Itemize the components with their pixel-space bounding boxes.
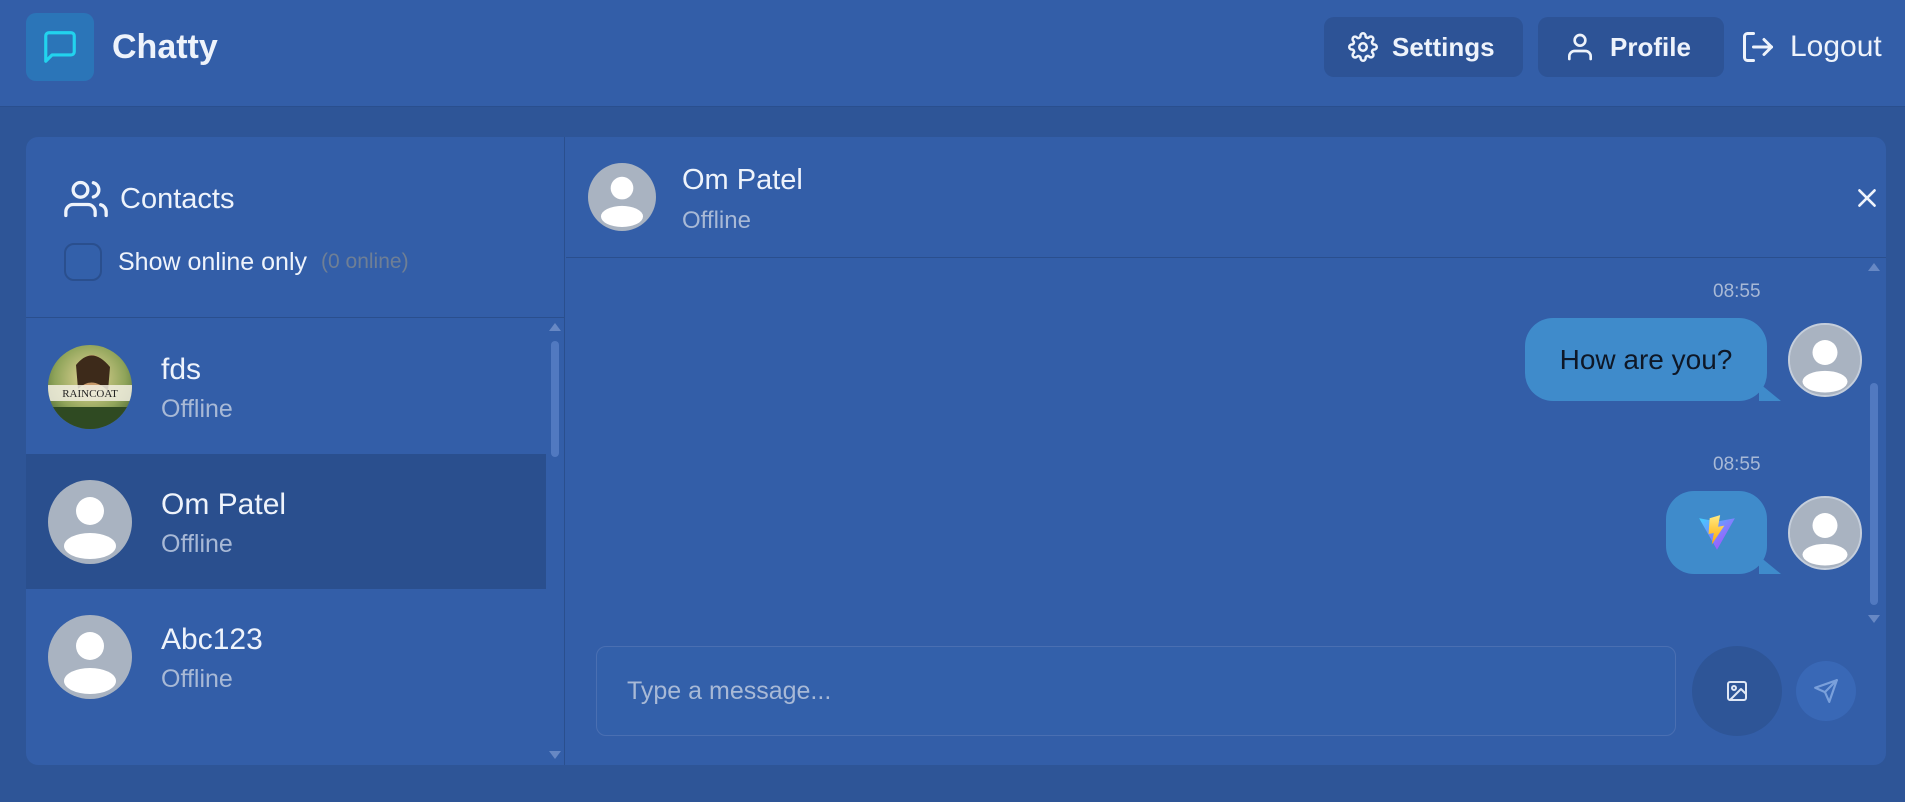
scroll-down-arrow[interactable]	[1868, 615, 1880, 623]
sender-avatar	[1788, 496, 1862, 570]
app-header: Chatty Settings Profile Logout	[0, 0, 1905, 107]
default-avatar-icon	[48, 615, 132, 699]
users-icon	[64, 180, 108, 218]
scroll-up-arrow[interactable]	[549, 323, 561, 331]
contact-name: Abc123	[161, 623, 263, 656]
chat-contact-status: Offline	[682, 207, 751, 234]
default-avatar-icon	[1790, 498, 1860, 568]
chat-header: Om Patel Offline	[566, 137, 1886, 258]
contact-status: Offline	[161, 395, 233, 423]
contact-item-abc123[interactable]: Abc123 Offline	[26, 589, 546, 724]
contact-name: fds	[161, 353, 202, 386]
settings-button[interactable]: Settings	[1324, 17, 1523, 77]
contact-list: RAINCOAT fds Offline Om Patel Offline Ab…	[26, 319, 565, 765]
close-icon	[1858, 189, 1876, 207]
default-avatar-icon	[48, 480, 132, 564]
sidebar-header: Contacts Show online only (0 online)	[26, 137, 565, 318]
avatar	[48, 615, 132, 699]
raincoat-photo-text: RAINCOAT	[62, 388, 118, 400]
default-avatar-icon	[1790, 325, 1860, 395]
contact-item-fds[interactable]: RAINCOAT fds Offline	[26, 319, 546, 454]
logo[interactable]	[26, 13, 94, 81]
settings-label: Settings	[1392, 31, 1495, 62]
close-chat-button[interactable]	[1854, 185, 1880, 211]
default-avatar-icon	[588, 163, 656, 231]
chat-contact-avatar	[588, 163, 656, 231]
scroll-thumb[interactable]	[551, 341, 559, 457]
image-icon	[1727, 681, 1747, 701]
contact-status: Offline	[161, 530, 233, 558]
message-square-icon	[44, 31, 76, 63]
bubble-tail	[1759, 556, 1781, 574]
logout-icon	[1743, 32, 1773, 62]
messages-scrollbar[interactable]	[1868, 259, 1880, 629]
chat-panel: Om Patel Offline 08:55 How are you? 08:5…	[566, 137, 1886, 765]
send-icon	[1814, 679, 1838, 703]
contact-list-scrollbar[interactable]	[549, 319, 561, 765]
online-count: (0 online)	[321, 250, 409, 273]
online-filter: Show online only (0 online)	[64, 243, 409, 281]
scroll-up-arrow[interactable]	[1868, 263, 1880, 271]
sender-avatar	[1788, 323, 1862, 397]
avatar-photo: RAINCOAT	[48, 345, 132, 429]
contact-name: Om Patel	[161, 488, 287, 521]
message-timestamp: 08:55	[1713, 281, 1761, 302]
profile-button[interactable]: Profile	[1538, 17, 1724, 77]
profile-label: Profile	[1610, 31, 1691, 62]
send-button[interactable]	[1796, 661, 1856, 721]
message-timestamp: 08:55	[1713, 454, 1761, 475]
message-input[interactable]	[596, 646, 1676, 736]
contacts-title: Contacts	[120, 182, 235, 215]
chat-contact-name: Om Patel	[682, 164, 803, 196]
contact-status: Offline	[161, 665, 233, 693]
contacts-sidebar: Contacts Show online only (0 online) RAI…	[26, 137, 565, 765]
message-bubble-image[interactable]	[1666, 491, 1767, 574]
raincoat-photo-avatar: RAINCOAT	[48, 345, 132, 429]
contact-item-om-patel[interactable]: Om Patel Offline	[26, 454, 546, 589]
logout-button[interactable]: Logout	[1740, 17, 1882, 77]
logout-label: Logout	[1790, 30, 1882, 63]
attach-image-button[interactable]	[1692, 646, 1782, 736]
app-title: Chatty	[112, 28, 218, 66]
contacts-heading: Contacts	[64, 177, 234, 221]
message-text: How are you?	[1559, 343, 1733, 375]
online-filter-label[interactable]: Show online only	[118, 248, 307, 277]
vite-logo-icon	[1698, 514, 1735, 550]
message-bubble: How are you?	[1525, 318, 1767, 401]
scroll-down-arrow[interactable]	[549, 751, 561, 759]
message-list: 08:55 How are you? 08:55	[566, 259, 1886, 629]
gear-icon	[1348, 32, 1378, 62]
scroll-thumb[interactable]	[1870, 383, 1878, 605]
online-only-checkbox[interactable]	[64, 243, 102, 281]
user-icon	[1568, 33, 1592, 61]
chat-card: Contacts Show online only (0 online) RAI…	[26, 137, 1886, 765]
bubble-tail	[1759, 383, 1781, 401]
avatar	[48, 480, 132, 564]
